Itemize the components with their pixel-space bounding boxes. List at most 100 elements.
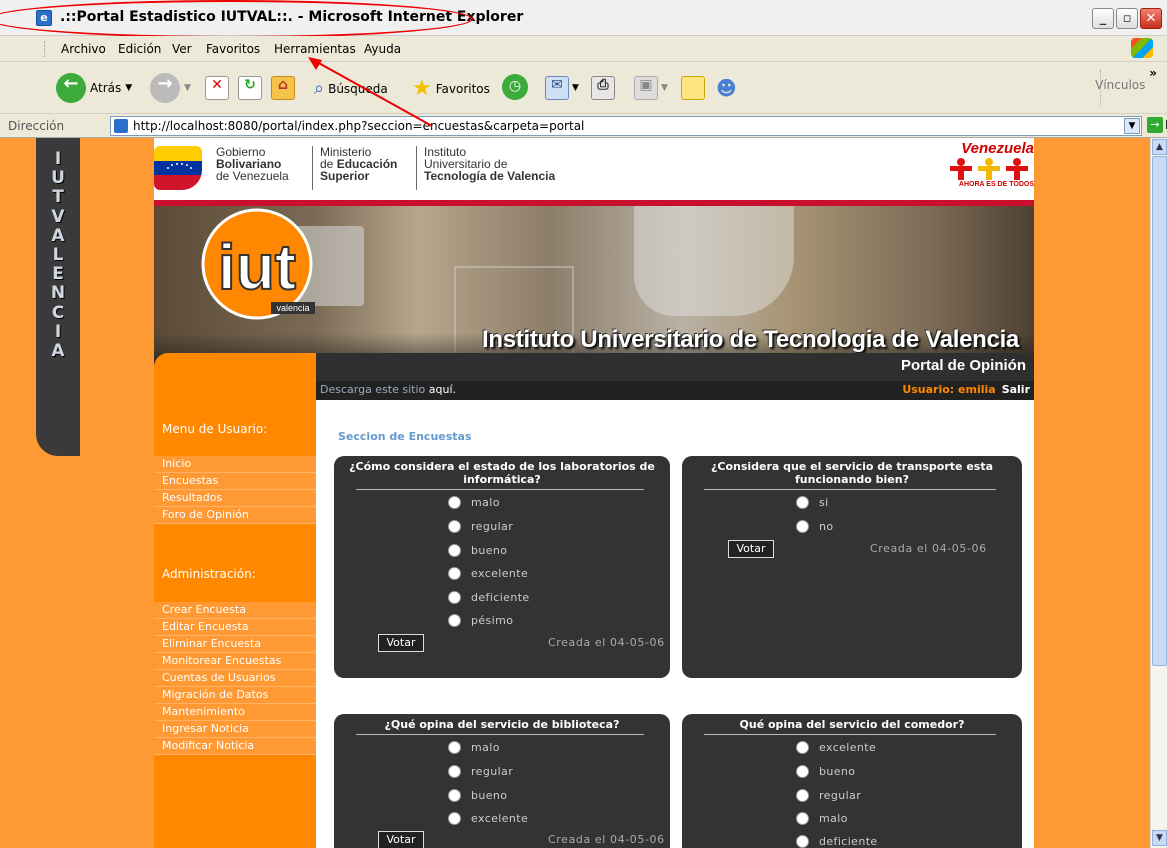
radio-button[interactable] bbox=[796, 835, 809, 848]
menu-item-encuestas[interactable]: Encuestas bbox=[154, 473, 316, 490]
radio-button[interactable] bbox=[448, 591, 461, 604]
option-label: malo bbox=[471, 496, 500, 509]
poll-option[interactable]: pésimo bbox=[448, 614, 513, 627]
radio-button[interactable] bbox=[796, 812, 809, 825]
poll-option[interactable]: bueno bbox=[796, 765, 855, 778]
poll-option[interactable]: excelente bbox=[448, 567, 528, 580]
mail-dropdown-icon[interactable]: ▼ bbox=[572, 83, 579, 93]
menu-item-resultados[interactable]: Resultados bbox=[154, 490, 316, 507]
menu-item-cuentas-usuarios[interactable]: Cuentas de Usuarios bbox=[154, 670, 316, 687]
menubar-grip[interactable] bbox=[44, 41, 46, 57]
menu-herramientas[interactable]: Herramientas bbox=[274, 42, 356, 56]
menu-ayuda[interactable]: Ayuda bbox=[364, 42, 401, 56]
radio-button[interactable] bbox=[448, 520, 461, 533]
back-label: Atrás bbox=[90, 81, 122, 95]
option-label: excelente bbox=[471, 812, 529, 825]
poll-option[interactable]: excelente bbox=[448, 812, 528, 825]
poll-option[interactable]: si bbox=[796, 496, 829, 509]
title-bar: e .::Portal Estadistico IUTVAL::. - Micr… bbox=[0, 0, 1167, 38]
forward-dropdown-icon[interactable]: ▼ bbox=[184, 83, 191, 93]
vote-button[interactable]: Votar bbox=[378, 831, 424, 848]
menu-item-mantenimiento[interactable]: Mantenimiento bbox=[154, 704, 316, 721]
poll-option[interactable]: excelente bbox=[796, 741, 876, 754]
links-bar[interactable]: Vínculos » bbox=[1095, 66, 1157, 92]
forward-arrow-icon: → bbox=[150, 73, 180, 103]
menu-favoritos[interactable]: Favoritos bbox=[206, 42, 260, 56]
vote-button[interactable]: Votar bbox=[728, 540, 774, 558]
favorites-button[interactable]: ★ Favoritos bbox=[412, 76, 490, 101]
poll-option[interactable]: regular bbox=[448, 520, 513, 533]
scroll-down-icon[interactable]: ▼ bbox=[1152, 830, 1167, 846]
poll-option[interactable]: deficiente bbox=[448, 591, 530, 604]
vertical-scrollbar[interactable]: ▲ ▼ bbox=[1150, 138, 1167, 848]
radio-button[interactable] bbox=[796, 741, 809, 754]
menu-item-foro[interactable]: Foro de Opinión bbox=[154, 507, 316, 524]
radio-button[interactable] bbox=[448, 789, 461, 802]
menu-item-inicio[interactable]: Inicio bbox=[154, 456, 316, 473]
maximize-button[interactable]: ▫ bbox=[1116, 8, 1138, 29]
poll-option[interactable]: bueno bbox=[448, 544, 507, 557]
mail-button[interactable]: ✉ ▼ bbox=[545, 76, 579, 100]
poll-option[interactable]: malo bbox=[448, 741, 500, 754]
annotation-ellipse bbox=[0, 0, 473, 38]
links-overflow-icon[interactable]: » bbox=[1149, 66, 1157, 80]
radio-button[interactable] bbox=[448, 812, 461, 825]
page-icon bbox=[114, 119, 128, 133]
download-link[interactable]: aquí. bbox=[429, 383, 456, 396]
radio-button[interactable] bbox=[796, 496, 809, 509]
refresh-button[interactable]: ↻ bbox=[238, 76, 262, 100]
radio-button[interactable] bbox=[448, 614, 461, 627]
menu-item-crear-encuesta[interactable]: Crear Encuesta bbox=[154, 602, 316, 619]
stop-button[interactable]: ✕ bbox=[205, 76, 229, 100]
scroll-up-icon[interactable]: ▲ bbox=[1152, 139, 1167, 155]
back-dropdown-icon[interactable]: ▼ bbox=[125, 83, 132, 93]
vote-button[interactable]: Votar bbox=[378, 634, 424, 652]
messenger-button[interactable]: ☻ bbox=[716, 76, 737, 100]
address-url[interactable]: http://localhost:8080/portal/index.php?s… bbox=[133, 119, 584, 133]
forward-button[interactable]: → ▼ bbox=[150, 73, 191, 103]
menu-item-editar-encuesta[interactable]: Editar Encuesta bbox=[154, 619, 316, 636]
history-button[interactable]: ◷ bbox=[502, 74, 528, 100]
menu-item-ingresar-noticia[interactable]: Ingresar Noticia bbox=[154, 721, 316, 738]
poll-option[interactable]: deficiente bbox=[796, 835, 878, 848]
home-button[interactable]: ⌂ bbox=[271, 76, 295, 100]
menu-item-migracion-datos[interactable]: Migración de Datos bbox=[154, 687, 316, 704]
page-viewport: IUTVALENCIA Gobierno Bolivariano de Vene… bbox=[0, 138, 1150, 848]
menu-item-eliminar-encuesta[interactable]: Eliminar Encuesta bbox=[154, 636, 316, 653]
poll-option[interactable]: regular bbox=[448, 765, 513, 778]
back-button[interactable]: ← Atrás ▼ bbox=[56, 73, 132, 103]
poll-option[interactable]: malo bbox=[796, 812, 848, 825]
radio-button[interactable] bbox=[796, 520, 809, 533]
radio-button[interactable] bbox=[448, 544, 461, 557]
scroll-thumb[interactable] bbox=[1152, 156, 1167, 666]
address-field[interactable]: http://localhost:8080/portal/index.php?s… bbox=[110, 116, 1142, 136]
menu-edicion[interactable]: Edición bbox=[118, 42, 161, 56]
poll-option[interactable]: bueno bbox=[448, 789, 507, 802]
radio-button[interactable] bbox=[796, 789, 809, 802]
radio-button[interactable] bbox=[448, 741, 461, 754]
menu-archivo[interactable]: Archivo bbox=[61, 42, 106, 56]
menu-bar: Archivo Edición Ver Favoritos Herramient… bbox=[0, 36, 1167, 62]
radio-button[interactable] bbox=[448, 496, 461, 509]
poll-option[interactable]: no bbox=[796, 520, 834, 533]
search-button[interactable]: ⌕ Búsqueda bbox=[314, 78, 388, 99]
info-bar: Descarga este sitio aquí. Usuario: emili… bbox=[154, 381, 1034, 400]
poll-option[interactable]: regular bbox=[796, 789, 861, 802]
menu-item-modificar-noticia[interactable]: Modificar Noticia bbox=[154, 738, 316, 755]
radio-button[interactable] bbox=[796, 765, 809, 778]
address-dropdown-icon[interactable]: ▼ bbox=[1124, 118, 1140, 134]
menu-ver[interactable]: Ver bbox=[172, 42, 192, 56]
radio-button[interactable] bbox=[448, 567, 461, 580]
option-label: excelente bbox=[471, 567, 529, 580]
close-button[interactable]: ✕ bbox=[1140, 8, 1162, 29]
minimize-button[interactable]: _ bbox=[1092, 8, 1114, 29]
menu-item-monitorear-encuestas[interactable]: Monitorear Encuestas bbox=[154, 653, 316, 670]
go-button[interactable]: → Ir bbox=[1147, 117, 1167, 133]
logout-link[interactable]: Salir bbox=[1002, 383, 1030, 396]
poll-option[interactable]: malo bbox=[448, 496, 500, 509]
notes-button[interactable] bbox=[681, 76, 705, 100]
edit-button[interactable]: ▣ ▼ bbox=[634, 76, 668, 100]
print-button[interactable]: ⎙ bbox=[591, 76, 615, 100]
edit-dropdown-icon[interactable]: ▼ bbox=[661, 83, 668, 93]
radio-button[interactable] bbox=[448, 765, 461, 778]
